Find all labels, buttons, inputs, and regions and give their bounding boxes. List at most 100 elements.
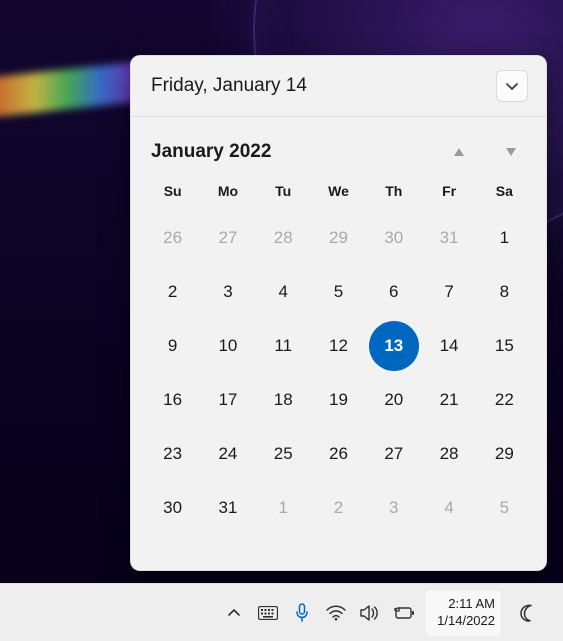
- calendar-prev-month-button[interactable]: [450, 143, 468, 161]
- calendar-weekday: Sa: [477, 183, 532, 199]
- battery-charging-icon: [393, 606, 415, 620]
- calendar-day[interactable]: 4: [256, 265, 311, 319]
- calendar-day[interactable]: 21: [421, 373, 476, 427]
- calendar-day-number: 4: [444, 498, 453, 518]
- calendar-day-number: 30: [384, 228, 403, 248]
- calendar-day[interactable]: 28: [256, 211, 311, 265]
- calendar-day-number: 24: [218, 444, 237, 464]
- focus-assist-button[interactable]: [508, 589, 548, 637]
- calendar-day[interactable]: 1: [256, 481, 311, 535]
- calendar-day[interactable]: 7: [421, 265, 476, 319]
- calendar-day[interactable]: 22: [477, 373, 532, 427]
- calendar-day[interactable]: 20: [366, 373, 421, 427]
- volume-icon: [360, 605, 380, 621]
- calendar-day[interactable]: 27: [200, 211, 255, 265]
- calendar-month-row: January 2022: [131, 117, 546, 171]
- calendar-day[interactable]: 17: [200, 373, 255, 427]
- calendar-day[interactable]: 19: [311, 373, 366, 427]
- network-button[interactable]: [322, 593, 350, 633]
- calendar-day-number: 28: [274, 228, 293, 248]
- voice-typing-button[interactable]: [288, 593, 316, 633]
- calendar-day-number: 1: [500, 228, 509, 248]
- calendar-day-number: 8: [500, 282, 509, 302]
- calendar-day-number: 12: [329, 336, 348, 356]
- calendar-weekday: Tu: [256, 183, 311, 199]
- calendar-day-number: 31: [218, 498, 237, 518]
- calendar-day[interactable]: 12: [311, 319, 366, 373]
- calendar-day[interactable]: 31: [200, 481, 255, 535]
- calendar-month-label[interactable]: January 2022: [151, 141, 271, 163]
- calendar-day-number: 2: [334, 498, 343, 518]
- calendar-flyout: Friday, January 14 January 2022 SuMoTuWe…: [130, 55, 547, 571]
- calendar-day-number: 30: [163, 498, 182, 518]
- calendar-collapse-button[interactable]: [496, 70, 528, 102]
- calendar-current-date[interactable]: Friday, January 14: [151, 75, 307, 97]
- calendar-day[interactable]: 10: [200, 319, 255, 373]
- calendar-day[interactable]: 25: [256, 427, 311, 481]
- calendar-day[interactable]: 9: [145, 319, 200, 373]
- calendar-day-number: 18: [274, 390, 293, 410]
- tray-overflow-button[interactable]: [220, 593, 248, 633]
- calendar-day[interactable]: 23: [145, 427, 200, 481]
- calendar-day-number: 20: [384, 390, 403, 410]
- triangle-up-icon: [453, 147, 465, 157]
- calendar-day[interactable]: 16: [145, 373, 200, 427]
- calendar-day[interactable]: 13: [366, 319, 421, 373]
- microphone-icon: [295, 603, 309, 623]
- calendar-day[interactable]: 18: [256, 373, 311, 427]
- calendar-day[interactable]: 4: [421, 481, 476, 535]
- calendar-day-number: 27: [384, 444, 403, 464]
- calendar-day-number: 13: [384, 336, 403, 356]
- calendar-day[interactable]: 11: [256, 319, 311, 373]
- calendar-weekday: Mo: [200, 183, 255, 199]
- clock-date: 1/14/2022: [437, 613, 495, 629]
- calendar-day[interactable]: 30: [366, 211, 421, 265]
- calendar-day[interactable]: 14: [421, 319, 476, 373]
- calendar-day[interactable]: 31: [421, 211, 476, 265]
- chevron-down-icon: [505, 79, 519, 93]
- calendar-day-number: 29: [495, 444, 514, 464]
- calendar-day-number: 15: [495, 336, 514, 356]
- calendar-day-number: 5: [334, 282, 343, 302]
- calendar-day[interactable]: 8: [477, 265, 532, 319]
- moon-icon: [518, 603, 538, 623]
- calendar-header: Friday, January 14: [131, 56, 546, 117]
- calendar-weekday: Th: [366, 183, 421, 199]
- calendar-day[interactable]: 5: [477, 481, 532, 535]
- calendar-day[interactable]: 3: [200, 265, 255, 319]
- volume-button[interactable]: [356, 593, 384, 633]
- calendar-day[interactable]: 2: [311, 481, 366, 535]
- calendar-day-number: 23: [163, 444, 182, 464]
- calendar-day[interactable]: 24: [200, 427, 255, 481]
- wifi-icon: [326, 605, 346, 621]
- calendar-day[interactable]: 29: [477, 427, 532, 481]
- calendar-day-number: 11: [274, 336, 292, 356]
- calendar-day[interactable]: 26: [145, 211, 200, 265]
- calendar-day[interactable]: 5: [311, 265, 366, 319]
- calendar-day[interactable]: 1: [477, 211, 532, 265]
- calendar-day[interactable]: 2: [145, 265, 200, 319]
- keyboard-icon: [258, 606, 278, 620]
- calendar-day-number: 16: [163, 390, 182, 410]
- triangle-down-icon: [505, 147, 517, 157]
- clock-button[interactable]: 2:11 AM 1/14/2022: [424, 589, 502, 637]
- calendar-day[interactable]: 6: [366, 265, 421, 319]
- calendar-day-number: 1: [278, 498, 287, 518]
- calendar-day-number: 21: [440, 390, 459, 410]
- calendar-next-month-button[interactable]: [502, 143, 520, 161]
- calendar-day[interactable]: 27: [366, 427, 421, 481]
- calendar-day[interactable]: 26: [311, 427, 366, 481]
- calendar-day-number: 6: [389, 282, 398, 302]
- calendar-day-number: 3: [223, 282, 232, 302]
- taskbar: 2:11 AM 1/14/2022: [0, 583, 563, 641]
- touch-keyboard-button[interactable]: [254, 593, 282, 633]
- calendar-day-number: 3: [389, 498, 398, 518]
- calendar-day[interactable]: 15: [477, 319, 532, 373]
- calendar-day[interactable]: 3: [366, 481, 421, 535]
- calendar-day[interactable]: 29: [311, 211, 366, 265]
- calendar-day-number: 26: [329, 444, 348, 464]
- battery-button[interactable]: [390, 593, 418, 633]
- calendar-day-number: 14: [440, 336, 459, 356]
- calendar-day[interactable]: 28: [421, 427, 476, 481]
- calendar-day[interactable]: 30: [145, 481, 200, 535]
